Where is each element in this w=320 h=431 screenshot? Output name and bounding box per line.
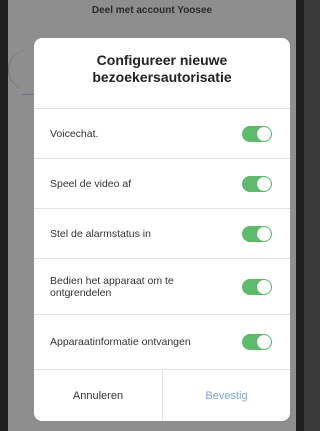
background-element: [8, 50, 34, 90]
toggle-knob: [257, 334, 271, 349]
background-header: Deel met account Yoosee: [8, 0, 296, 26]
permission-row-unlock: Bedien het apparaat om te ontgrendelen: [34, 258, 290, 314]
toggle-knob: [257, 279, 271, 294]
toggle-knob: [257, 226, 271, 241]
dialog-title: Configureer nieuwe bezoekersautorisatie: [92, 52, 232, 85]
permission-row-device-info: Apparaatinformatie ontvangen: [34, 314, 290, 368]
background-title: Deel met account Yoosee: [91, 5, 213, 16]
unlock-toggle[interactable]: [242, 278, 272, 295]
device-frame-right: [296, 0, 304, 431]
voicechat-toggle[interactable]: [242, 125, 272, 142]
permission-label: Bedien het apparaat om te ontgrendelen: [50, 274, 174, 299]
screen: Deel met account Yoosee Configureer nieu…: [8, 0, 296, 431]
cancel-button[interactable]: Annuleren: [34, 370, 162, 421]
authorization-dialog: Configureer nieuwe bezoekersautorisatie …: [34, 38, 290, 421]
permission-label: Apparaatinformatie ontvangen: [50, 335, 191, 348]
permission-label: Voicechat.: [50, 127, 99, 140]
alarm-status-toggle[interactable]: [242, 225, 272, 242]
device-frame-left: [0, 0, 8, 431]
permission-row-play-video: Speel de video af: [34, 158, 290, 208]
device-info-toggle[interactable]: [242, 333, 272, 350]
permission-row-alarm-status: Stel de alarmstatus in: [34, 208, 290, 258]
toggle-knob: [257, 126, 271, 141]
toggle-knob: [257, 176, 271, 191]
permission-label: Stel de alarmstatus in: [50, 227, 151, 240]
permission-row-voicechat: Voicechat.: [34, 108, 290, 158]
permission-label: Speel de video af: [50, 177, 132, 190]
play-video-toggle[interactable]: [242, 175, 272, 192]
confirm-button[interactable]: Bevestig: [162, 370, 290, 421]
dialog-actions: Annuleren Bevestig: [34, 369, 290, 421]
